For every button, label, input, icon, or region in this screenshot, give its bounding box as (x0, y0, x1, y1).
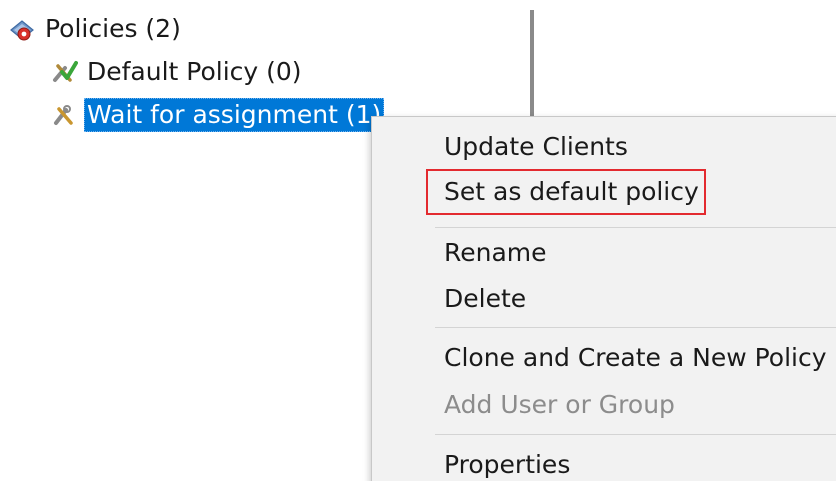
menu-item-add-user-or-group: Add User or Group (444, 390, 675, 419)
menu-separator (435, 327, 836, 328)
tree-node-label: Policies (2) (45, 14, 181, 43)
menu-item-delete[interactable]: Delete (444, 279, 526, 319)
tree-node-default-policy[interactable]: Default Policy (0) (50, 54, 305, 90)
menu-separator (435, 434, 836, 435)
tree-node-label: Default Policy (0) (87, 57, 302, 86)
tree-node-wait-for-assignment[interactable]: Wait for assignment (1) (50, 97, 385, 133)
default-policy-icon (50, 58, 78, 86)
context-menu: Update Clients Set as default policy Ren… (371, 116, 836, 481)
policy-tools-icon (50, 101, 78, 129)
policies-folder-icon (8, 15, 36, 43)
tree-node-policies[interactable]: Policies (2) (8, 11, 184, 47)
menu-item-set-as-default-policy[interactable]: Set as default policy (444, 172, 699, 212)
policy-manager-window: Policies (2) Default Policy (0) Wait for… (0, 0, 836, 481)
menu-item-update-clients[interactable]: Update Clients (444, 127, 628, 167)
tree-node-label-selected: Wait for assignment (1) (84, 98, 385, 132)
menu-item-clone-and-create[interactable]: Clone and Create a New Policy (444, 338, 827, 378)
menu-separator (435, 227, 836, 228)
menu-item-rename[interactable]: Rename (444, 233, 547, 273)
pane-splitter[interactable] (530, 10, 534, 120)
menu-item-properties[interactable]: Properties (444, 445, 570, 481)
